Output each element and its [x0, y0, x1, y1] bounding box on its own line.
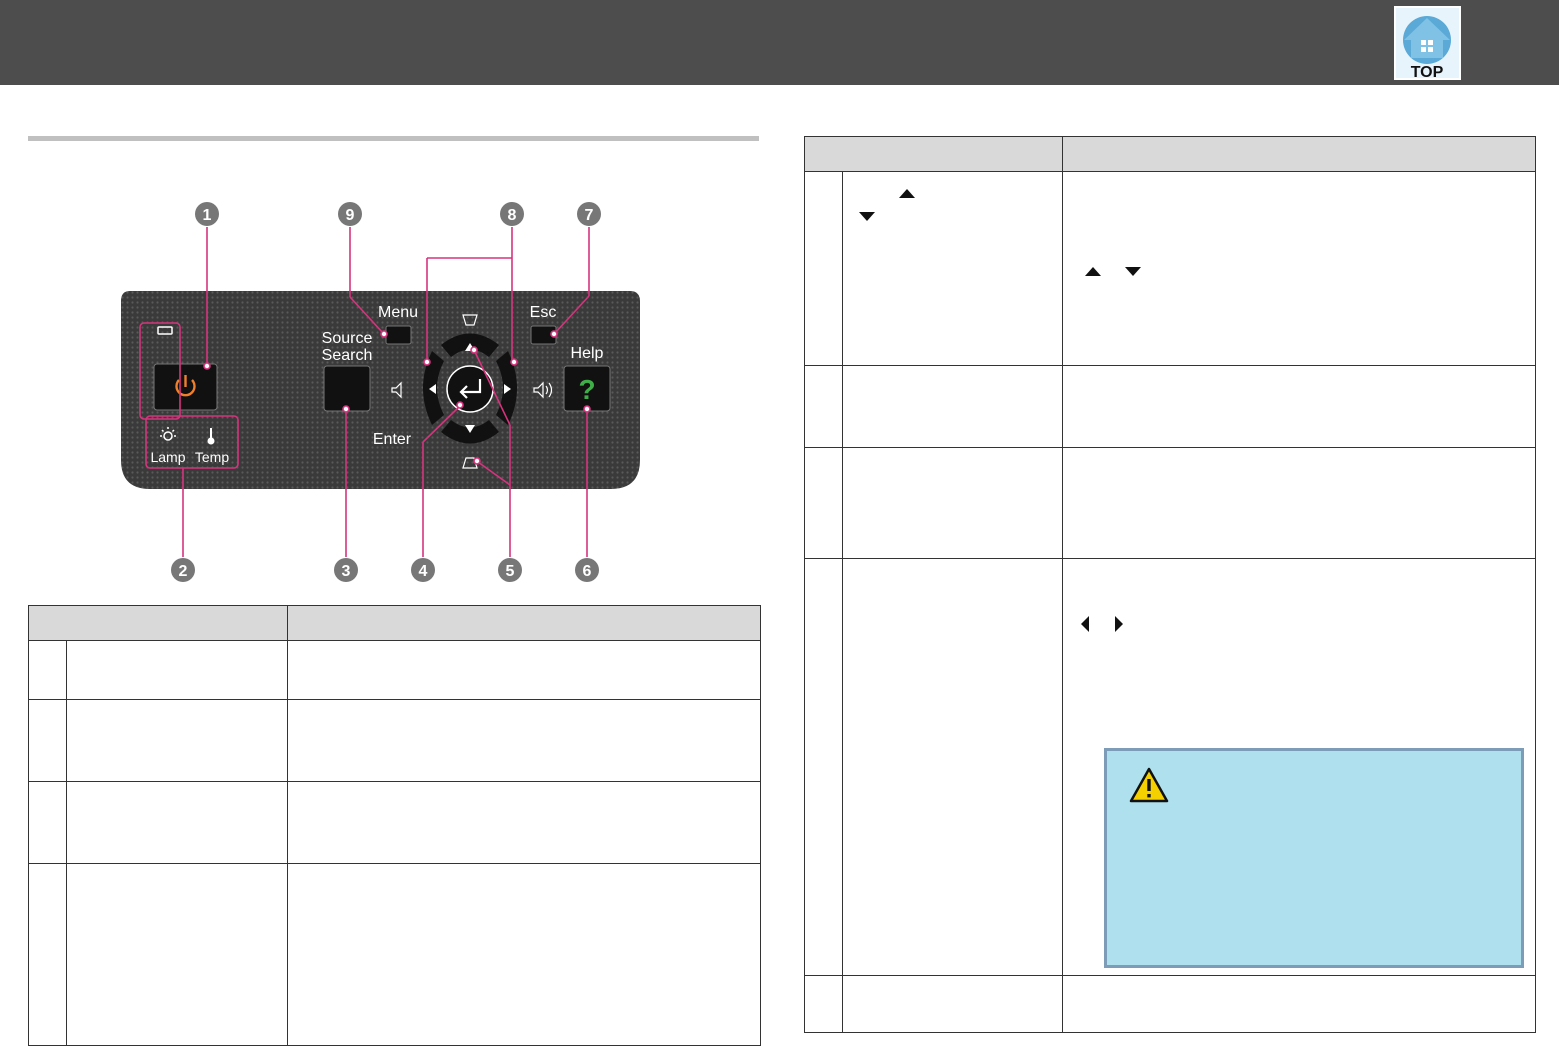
row-name [842, 365, 1063, 448]
row-number [28, 863, 67, 1046]
menu-button[interactable] [385, 325, 412, 345]
row-number [804, 171, 843, 366]
arrow-left-icon [1081, 616, 1089, 633]
arrow-up-icon [899, 188, 915, 198]
warning-icon [1129, 767, 1169, 803]
callout-8-text: 8 [508, 207, 517, 224]
arrow-right-icon [1115, 616, 1124, 633]
lamp-label: Lamp [150, 449, 185, 465]
row-number [804, 558, 843, 976]
source-search-button[interactable] [323, 365, 371, 412]
callout-7-text: 7 [585, 207, 594, 224]
table-row [28, 863, 761, 1046]
arrow-up-icon [1085, 266, 1101, 276]
row-function [287, 640, 761, 700]
row-number [28, 699, 67, 782]
row-name [842, 447, 1063, 559]
left-table-header-function [287, 605, 761, 641]
table-row [804, 975, 1536, 1033]
header-bar [0, 0, 1559, 85]
source-label-line2: Search [322, 347, 373, 364]
enter-button[interactable] [446, 365, 494, 413]
help-label: Help [571, 345, 604, 362]
table-row [28, 699, 761, 782]
callout-4-text: 4 [419, 563, 428, 580]
right-table-header-function [1062, 136, 1536, 172]
callout-6-text: 6 [583, 563, 592, 580]
callout-9-text: 9 [346, 207, 355, 224]
esc-label: Esc [530, 304, 557, 321]
row-function [1062, 447, 1536, 559]
row-name [842, 171, 1063, 366]
enter-label: Enter [373, 431, 412, 448]
source-label-line1: Source [322, 330, 373, 347]
row-name [66, 781, 288, 864]
row-function [1062, 975, 1536, 1033]
temp-label: Temp [195, 449, 229, 465]
top-home-icon[interactable]: TOP [1394, 6, 1461, 81]
callout-1-text: 1 [203, 207, 212, 224]
table-row [28, 640, 761, 700]
row-name [66, 640, 288, 700]
callout-2-text: 2 [179, 563, 188, 580]
table-row [804, 447, 1536, 559]
row-function [287, 699, 761, 782]
caution-box [1104, 748, 1524, 968]
row-number [804, 975, 843, 1033]
row-name [66, 863, 288, 1046]
row-number [28, 781, 67, 864]
right-table-header-name [804, 136, 1063, 172]
row-number [804, 447, 843, 559]
row-number [804, 365, 843, 448]
table-row [804, 171, 1536, 366]
control-panel-figure: Lamp Temp Source Search Menu Esc Help ? … [121, 202, 640, 582]
menu-label: Menu [378, 304, 418, 321]
left-table-header-name [28, 605, 288, 641]
left-spec-table [28, 605, 761, 1046]
callout-5-text: 5 [506, 563, 515, 580]
row-name [842, 975, 1063, 1033]
top-label: TOP [1411, 64, 1444, 80]
arrow-down-icon [859, 211, 875, 221]
table-row [804, 365, 1536, 448]
row-function [287, 863, 761, 1046]
row-name [66, 699, 288, 782]
row-function [1062, 365, 1536, 448]
row-function [287, 781, 761, 864]
callout-3-text: 3 [342, 563, 351, 580]
section-rule [28, 136, 759, 141]
table-row [28, 781, 761, 864]
row-number [28, 640, 67, 700]
row-function [1062, 171, 1536, 366]
arrow-down-icon [1125, 266, 1142, 276]
row-name [842, 558, 1063, 976]
help-symbol: ? [578, 374, 595, 405]
